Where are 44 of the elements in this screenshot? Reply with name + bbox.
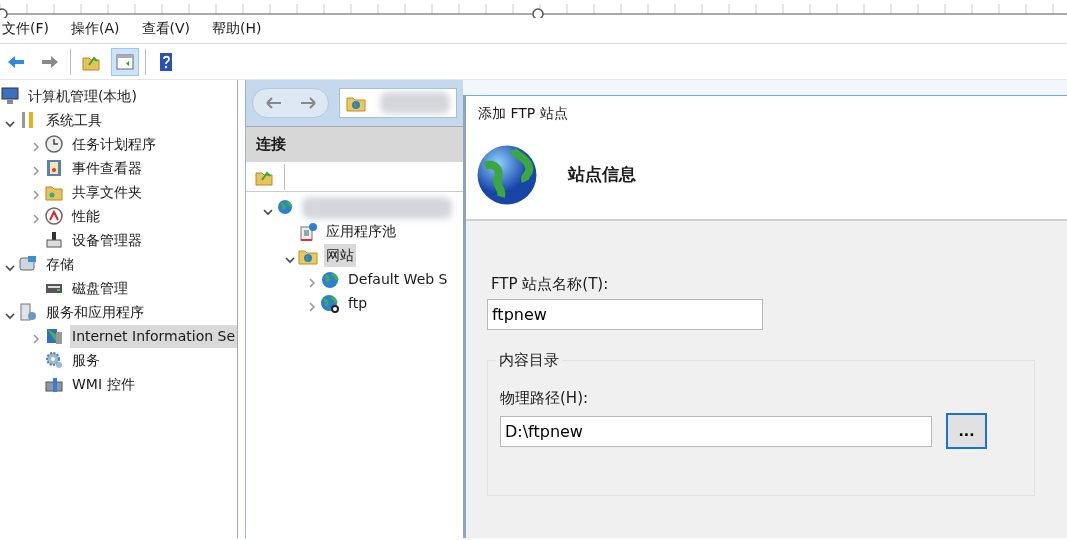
tree-item[interactable]: 设备管理器	[70, 228, 144, 252]
dialog-title: 添加 FTP 站点	[466, 95, 1067, 131]
tree-item[interactable]: 服务	[70, 348, 102, 372]
tree-item[interactable]: WMI 控件	[70, 372, 137, 396]
console-tree-icon	[115, 51, 135, 72]
browse-button[interactable]: ...	[946, 413, 987, 449]
menu-item[interactable]: 查看(V)	[141, 18, 190, 39]
app-pool-icon	[298, 221, 318, 242]
tree-item[interactable]: 性能	[70, 204, 102, 228]
tree-item[interactable]: 系统工具	[44, 108, 104, 132]
field-label: 物理路径(H):	[500, 388, 590, 409]
gear-icon	[44, 350, 64, 370]
tree-item[interactable]: 存储	[44, 252, 76, 276]
section-heading: 站点信息	[568, 163, 636, 187]
tree-item[interactable]: 共享文件夹	[70, 180, 144, 204]
clock-icon	[44, 134, 64, 154]
input-field[interactable]: ftpnew	[487, 299, 763, 330]
tree-item[interactable]: 任务计划程序	[70, 132, 158, 156]
tree-item[interactable]: 服务和应用程序	[44, 300, 146, 324]
tree-item[interactable]: Default Web S	[346, 268, 450, 291]
tree-item[interactable]: ftp	[346, 292, 370, 315]
input-field[interactable]: D:\ftpnew	[500, 415, 932, 447]
menu-item[interactable]: 操作(A)	[71, 18, 120, 39]
globe-icon	[476, 144, 538, 206]
tree-item[interactable]: 网站	[324, 244, 356, 267]
tree-item[interactable]: 应用程序池	[324, 220, 398, 243]
field-label: FTP 站点名称(T):	[491, 274, 610, 295]
tree-item[interactable]: 磁盘管理	[70, 276, 130, 300]
globe-icon	[320, 269, 340, 290]
device-icon	[44, 230, 64, 250]
server-icon	[18, 302, 38, 322]
tree-item[interactable]: 事件查看器	[70, 156, 144, 180]
event-log-icon	[44, 158, 64, 178]
tree-item[interactable]: 计算机管理(本地)	[26, 84, 139, 108]
gauge-icon	[44, 206, 64, 226]
menu-item[interactable]: 帮助(H)	[212, 18, 262, 39]
menu-item[interactable]: 文件(F)	[2, 18, 49, 39]
computer-icon	[0, 86, 20, 106]
tree-item[interactable]: Internet Information Se	[70, 324, 237, 348]
address-bar[interactable]	[339, 88, 457, 118]
nav-buttons[interactable]	[252, 88, 329, 118]
globe-icon	[320, 293, 340, 314]
storage-icon	[18, 254, 38, 274]
panel-title: 连接	[246, 126, 463, 162]
